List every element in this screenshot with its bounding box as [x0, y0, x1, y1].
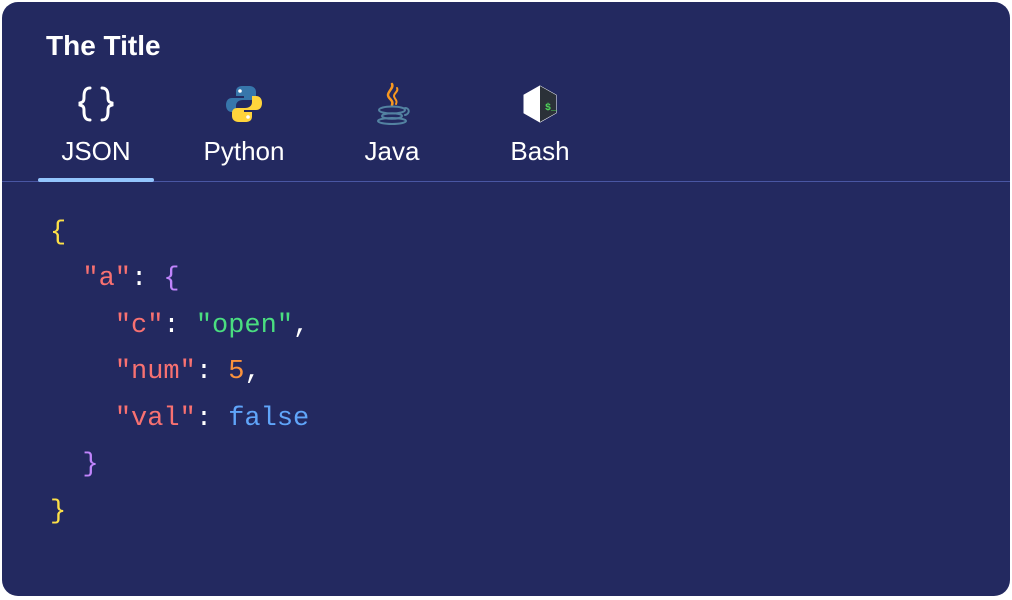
svg-text:$_: $_: [545, 102, 558, 114]
tab-java[interactable]: Java: [342, 82, 442, 181]
code-card: The Title JSON Python: [2, 2, 1010, 596]
tab-label: Bash: [510, 136, 569, 167]
java-icon: [370, 82, 414, 126]
code-line: "c": "open",: [50, 303, 962, 349]
tab-json[interactable]: JSON: [46, 82, 146, 181]
tab-label: JSON: [61, 136, 130, 167]
code-line: "val": false: [50, 396, 962, 442]
code-line: "a": {: [50, 256, 962, 302]
card-title: The Title: [2, 2, 1010, 70]
bash-icon: $_: [518, 82, 562, 126]
code-block: { "a": { "c": "open", "num": 5, "val": f…: [2, 182, 1010, 563]
code-line: "num": 5,: [50, 349, 962, 395]
code-line: {: [50, 210, 962, 256]
json-icon: [74, 82, 118, 126]
code-line: }: [50, 489, 962, 535]
code-line: }: [50, 442, 962, 488]
tab-bash[interactable]: $_ Bash: [490, 82, 590, 181]
tab-bar: JSON Python: [2, 70, 1010, 182]
tab-label: Java: [365, 136, 420, 167]
tab-label: Python: [204, 136, 285, 167]
python-icon: [222, 82, 266, 126]
tab-python[interactable]: Python: [194, 82, 294, 181]
